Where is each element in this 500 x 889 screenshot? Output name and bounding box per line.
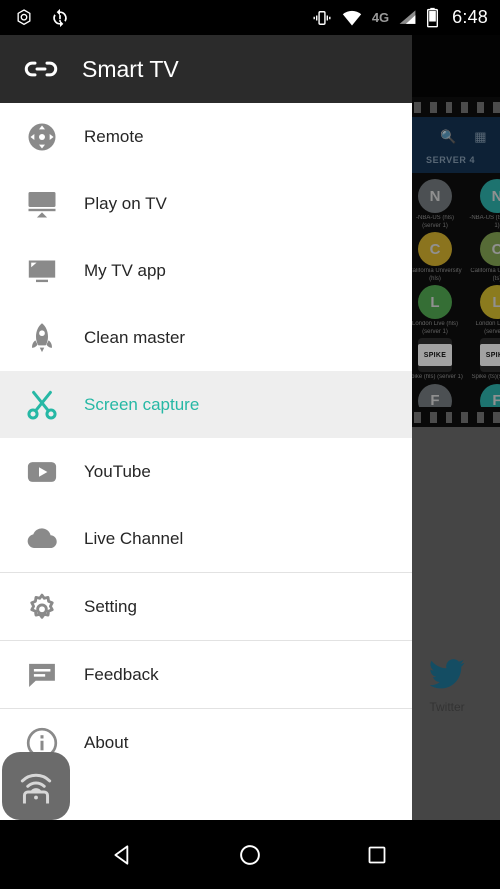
menu-item-label: Setting [84, 597, 137, 617]
menu-item-remote[interactable]: Remote [0, 103, 412, 170]
status-bar-clock: 6:48 [448, 7, 488, 28]
feedback-chat-icon [0, 657, 84, 693]
rocket-icon [0, 320, 84, 356]
menu-item-screen-capture[interactable]: Screen capture [0, 371, 412, 438]
menu-item-label: Live Channel [84, 529, 183, 549]
drawer-menu: Remote Play on TV My TV app Clean master Scr… [0, 103, 412, 776]
menu-item-live-channel[interactable]: Live Channel [0, 505, 412, 572]
menu-item-feedback[interactable]: Feedback [0, 641, 412, 708]
menu-item-my-tv-app[interactable]: My TV app [0, 237, 412, 304]
menu-item-label: YouTube [84, 462, 151, 482]
cast-wifi-icon [15, 765, 57, 807]
dpad-icon [0, 119, 84, 155]
link-icon [0, 50, 82, 88]
cast-screen-icon [24, 186, 60, 222]
scissors-icon [24, 387, 60, 423]
tv-monitor-icon [0, 253, 84, 289]
cloud-icon [0, 521, 84, 557]
wifi-icon [341, 8, 363, 28]
gear-icon [0, 589, 84, 625]
android-nav-bar [0, 820, 500, 889]
signal-icon [398, 8, 417, 27]
status-bar-left-icons [0, 8, 70, 28]
gear-icon [24, 589, 60, 625]
youtube-icon [24, 454, 60, 490]
back-triangle-icon [110, 842, 136, 868]
recents-square-icon [365, 843, 389, 867]
navigation-drawer: Smart TV Remote Play on TV My TV app Clean … [0, 35, 412, 820]
menu-item-label: Clean master [84, 328, 185, 348]
status-bar: 4G 6:48 [0, 0, 500, 35]
floating-cast-button[interactable] [2, 752, 70, 820]
home-circle-icon [237, 842, 263, 868]
menu-item-label: About [84, 733, 128, 753]
menu-item-label: Play on TV [84, 194, 167, 214]
nav-back-button[interactable] [93, 825, 153, 885]
menu-item-label: Screen capture [84, 395, 199, 415]
cast-screen-icon [0, 186, 84, 222]
menu-item-youtube[interactable]: YouTube [0, 438, 412, 505]
camera-record-icon [14, 8, 34, 28]
dpad-icon [24, 119, 60, 155]
drawer-title: Smart TV [82, 56, 179, 83]
menu-item-label: My TV app [84, 261, 166, 281]
youtube-icon [0, 454, 84, 490]
sync-alert-icon [50, 8, 70, 28]
rocket-icon [24, 320, 60, 356]
tv-monitor-icon [24, 253, 60, 289]
drawer-header: Smart TV [0, 35, 412, 103]
status-bar-right-icons: 4G 6:48 [312, 7, 500, 28]
network-type-label: 4G [372, 10, 389, 25]
nav-recents-button[interactable] [347, 825, 407, 885]
vibrate-icon [312, 8, 332, 28]
menu-item-clean-master[interactable]: Clean master [0, 304, 412, 371]
menu-item-play-on-tv[interactable]: Play on TV [0, 170, 412, 237]
menu-item-label: Feedback [84, 665, 159, 685]
feedback-chat-icon [24, 657, 60, 693]
menu-item-label: Remote [84, 127, 144, 147]
battery-icon [426, 7, 439, 28]
menu-item-setting[interactable]: Setting [0, 573, 412, 640]
scissors-icon [0, 387, 84, 423]
cloud-icon [24, 521, 60, 557]
phone-screen: 🔍 ▦ ⋮ SERVER 4 SERVER 5 N-NBA-US (hls) (… [0, 0, 500, 889]
nav-home-button[interactable] [220, 825, 280, 885]
